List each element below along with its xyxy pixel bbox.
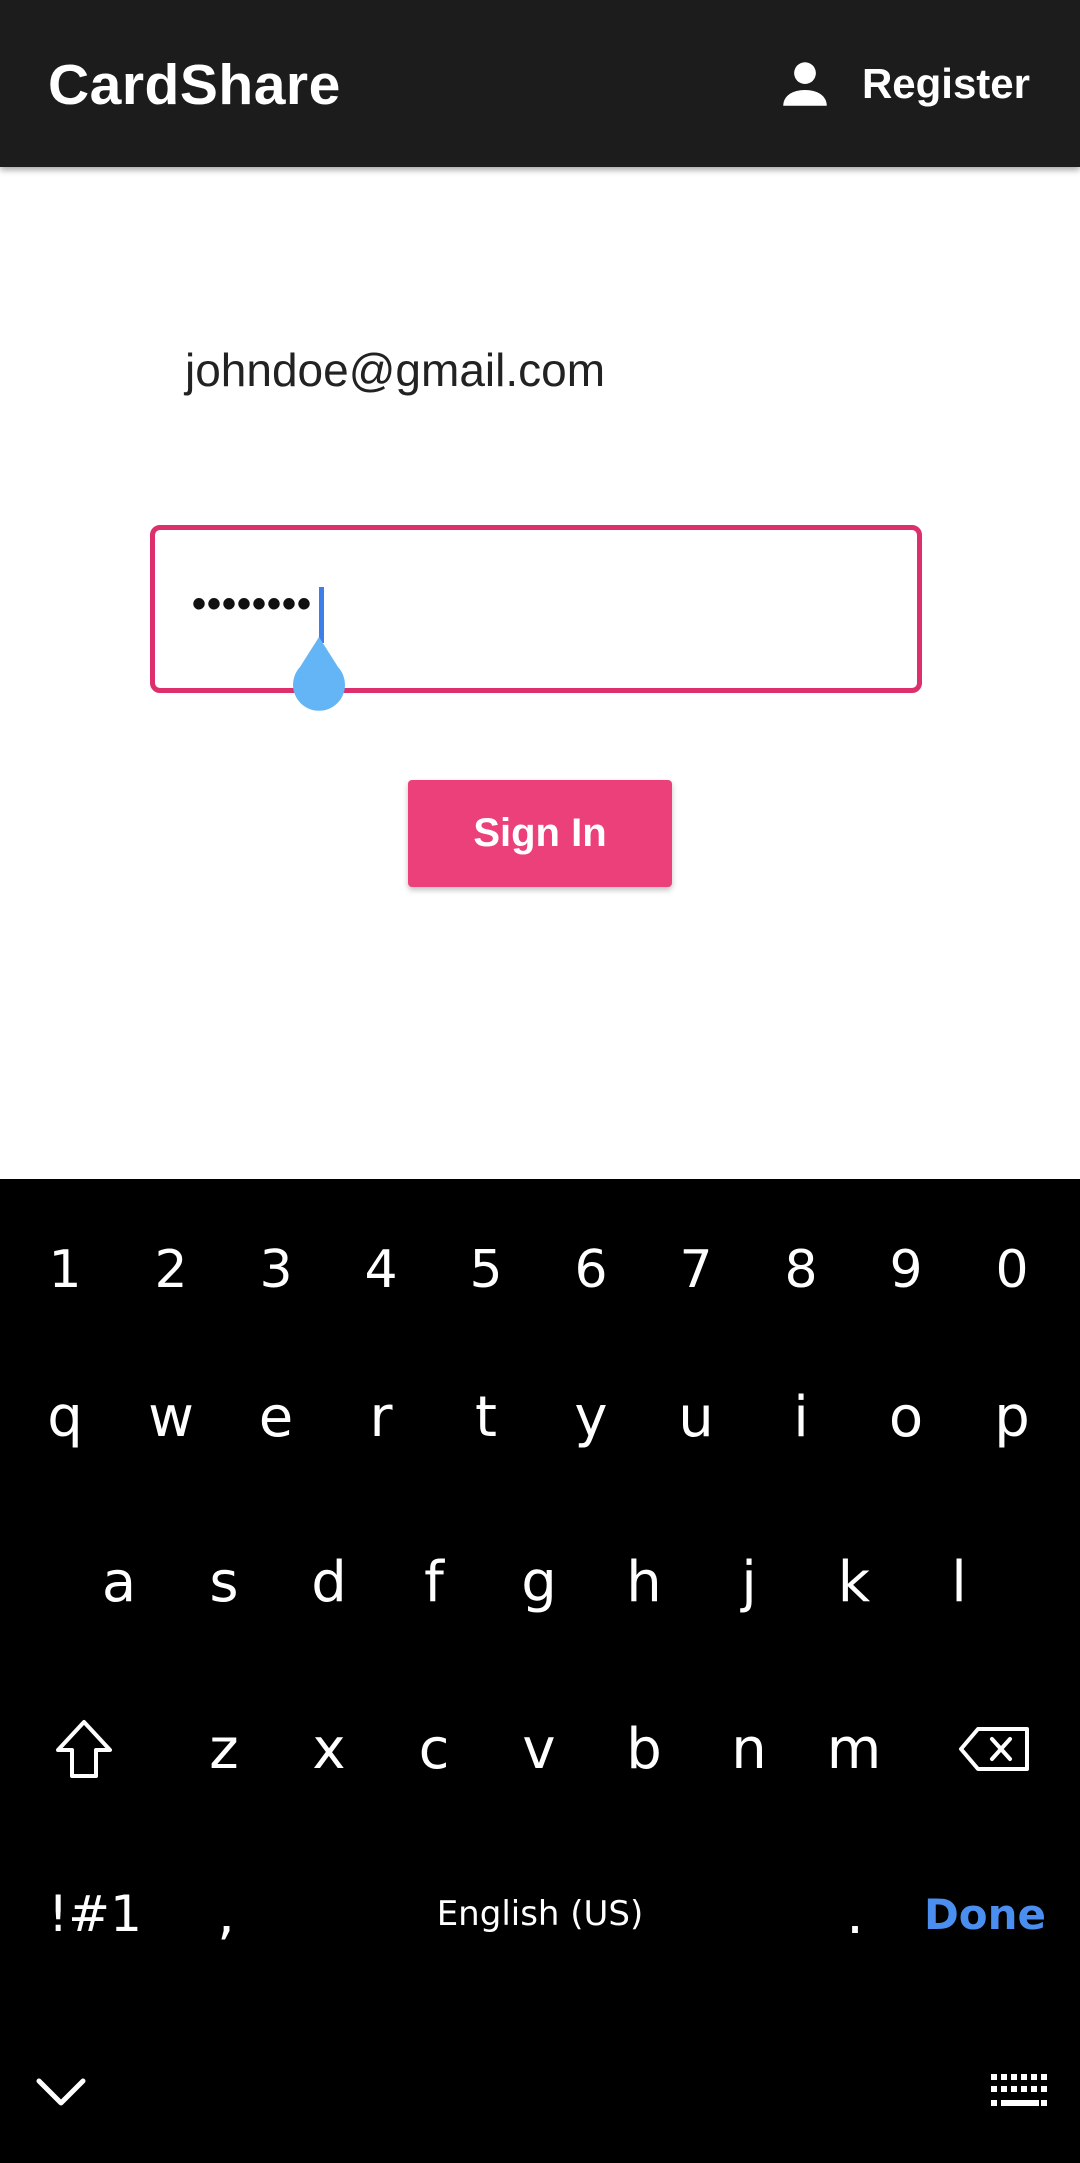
key-h[interactable]: h (592, 1512, 696, 1652)
key-z[interactable]: z (172, 1679, 276, 1819)
key-f[interactable]: f (382, 1512, 486, 1652)
key-o[interactable]: o (854, 1347, 958, 1487)
key-s[interactable]: s (172, 1512, 276, 1652)
cursor-handle-icon[interactable] (286, 637, 352, 719)
period-key[interactable]: . (815, 1849, 895, 1979)
key-b[interactable]: b (592, 1679, 696, 1819)
key-1[interactable]: 1 (13, 1210, 117, 1330)
sign-in-button[interactable]: Sign In (408, 780, 672, 887)
key-8[interactable]: 8 (749, 1210, 853, 1330)
key-a[interactable]: a (67, 1512, 171, 1652)
space-key[interactable]: English (US) (300, 1854, 780, 1974)
key-9[interactable]: 9 (854, 1210, 958, 1330)
key-5[interactable]: 5 (434, 1210, 538, 1330)
key-i[interactable]: i (749, 1347, 853, 1487)
key-r[interactable]: r (329, 1347, 433, 1487)
password-value: •••••••• (192, 582, 313, 626)
password-field[interactable]: •••••••• (150, 525, 922, 711)
hide-keyboard-button[interactable] (28, 2059, 94, 2125)
backspace-key[interactable] (948, 1679, 1040, 1819)
key-j[interactable]: j (697, 1512, 801, 1652)
key-g[interactable]: g (487, 1512, 591, 1652)
app-title: CardShare (48, 53, 341, 117)
key-c[interactable]: c (382, 1679, 486, 1819)
person-icon (783, 62, 827, 106)
key-e[interactable]: e (224, 1347, 328, 1487)
keyboard-switch-button[interactable] (985, 2059, 1055, 2125)
symbols-key[interactable]: !#1 (40, 1854, 150, 1974)
key-y[interactable]: y (539, 1347, 643, 1487)
done-key[interactable]: Done (920, 1854, 1050, 1974)
key-4[interactable]: 4 (329, 1210, 433, 1330)
chevron-down-icon (36, 2078, 86, 2106)
soft-keyboard: 1 2 3 4 5 6 7 8 9 0 q w e r t y u i o p … (0, 1179, 1080, 2163)
key-7[interactable]: 7 (644, 1210, 748, 1330)
key-m[interactable]: m (802, 1679, 906, 1819)
key-2[interactable]: 2 (119, 1210, 223, 1330)
text-cursor (319, 587, 324, 643)
key-t[interactable]: t (434, 1347, 538, 1487)
key-q[interactable]: q (13, 1347, 117, 1487)
shift-key[interactable] (44, 1679, 124, 1819)
key-3[interactable]: 3 (224, 1210, 328, 1330)
keyboard-icon (991, 2074, 1047, 2106)
comma-key[interactable]: , (186, 1849, 266, 1979)
backspace-icon (959, 1727, 1029, 1771)
app-bar: CardShare Register (0, 0, 1080, 167)
key-u[interactable]: u (644, 1347, 748, 1487)
register-label: Register (861, 60, 1030, 107)
key-0[interactable]: 0 (960, 1210, 1064, 1330)
key-d[interactable]: d (277, 1512, 381, 1652)
key-6[interactable]: 6 (539, 1210, 643, 1330)
register-button[interactable]: Register (776, 48, 1030, 120)
key-k[interactable]: k (802, 1512, 906, 1652)
key-p[interactable]: p (960, 1347, 1064, 1487)
email-field[interactable]: johndoe@gmail.com (185, 343, 605, 397)
key-l[interactable]: l (907, 1512, 1011, 1652)
key-w[interactable]: w (119, 1347, 223, 1487)
shift-icon (56, 1720, 112, 1778)
key-x[interactable]: x (277, 1679, 381, 1819)
key-n[interactable]: n (697, 1679, 801, 1819)
key-v[interactable]: v (487, 1679, 591, 1819)
